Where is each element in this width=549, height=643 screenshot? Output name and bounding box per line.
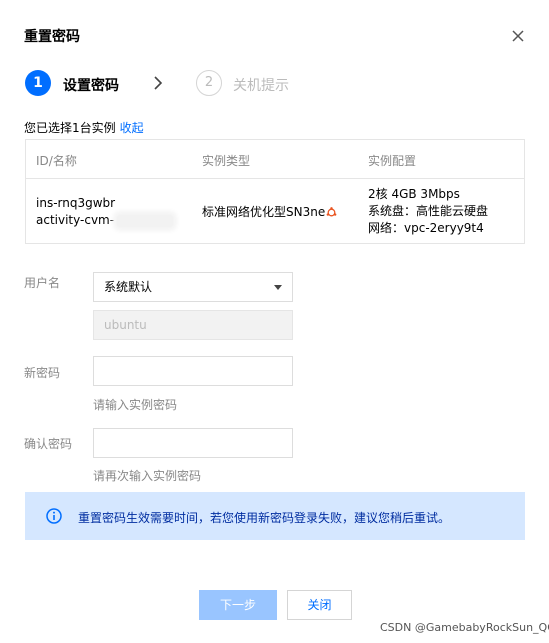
new-password-hint: 请输入实例密码 [93, 398, 178, 412]
dialog-title: 重置密码 [24, 29, 80, 45]
step-1-indicator: 1 [25, 70, 51, 96]
new-password-field[interactable] [93, 356, 293, 386]
redacted-block [117, 214, 174, 227]
reset-password-dialog: 重置密码 1 设置密码 2 关机提示 您已选择1台实例 收起 ID/名称 实例类型… [0, 0, 549, 643]
new-password-label: 新密码 [24, 366, 61, 380]
close-button[interactable]: 关闭 [287, 590, 352, 620]
step-1-label: 设置密码 [63, 78, 119, 94]
instance-name: activity-cvm- [36, 213, 115, 227]
next-button[interactable]: 下一步 [199, 590, 277, 620]
info-icon [46, 508, 62, 524]
instance-id-cell: ins-rnq3gwbr activity-cvm- [36, 195, 174, 229]
table-header: ID/名称 实例类型 实例配置 [26, 140, 524, 179]
config-spec: 2核 4GB 3Mbps [368, 187, 460, 201]
instance-type-cell: 标准网络优化型SN3ne [202, 204, 337, 221]
confirm-password-label: 确认密码 [24, 437, 73, 451]
config-network: 网络：vpc-2eryy9t4 [368, 221, 484, 235]
username-field: ubuntu [93, 310, 293, 340]
info-notice: 重置密码生效需要时间，若您使用新密码登录失败，建议您稍后重试。 [25, 492, 525, 540]
close-icon[interactable] [510, 28, 526, 44]
instance-table: ID/名称 实例类型 实例配置 ins-rnq3gwbr activity-cv… [25, 139, 525, 244]
username-select-value: 系统默认 [104, 280, 153, 294]
column-header-id: ID/名称 [36, 154, 77, 168]
username-label: 用户名 [24, 276, 61, 290]
notice-text: 重置密码生效需要时间，若您使用新密码登录失败，建议您稍后重试。 [78, 511, 451, 525]
selected-instances-info: 您已选择1台实例 收起 [24, 119, 144, 136]
column-header-config: 实例配置 [368, 154, 417, 168]
dropdown-caret-icon [274, 285, 282, 290]
watermark: CSDN @GamebabyRockSun_QQ [380, 621, 549, 634]
confirm-password-hint: 请再次输入实例密码 [93, 469, 202, 483]
instance-type: 标准网络优化型SN3ne [202, 205, 326, 219]
step-2-label: 关机提示 [233, 78, 289, 94]
instance-id: ins-rnq3gwbr [36, 196, 116, 210]
column-header-type: 实例类型 [202, 154, 251, 168]
collapse-link[interactable]: 收起 [120, 121, 144, 135]
ubuntu-icon [326, 207, 337, 217]
config-disk: 系统盘：高性能云硬盘 [368, 204, 489, 218]
username-select[interactable]: 系统默认 [93, 272, 293, 302]
instance-config-cell: 2核 4GB 3Mbps 系统盘：高性能云硬盘 网络：vpc-2eryy9t4 [368, 186, 488, 237]
confirm-password-field[interactable] [93, 428, 293, 458]
selected-count-text: 您已选择1台实例 [24, 121, 116, 135]
chevron-right-icon [154, 76, 163, 90]
step-2-indicator: 2 [196, 70, 222, 96]
